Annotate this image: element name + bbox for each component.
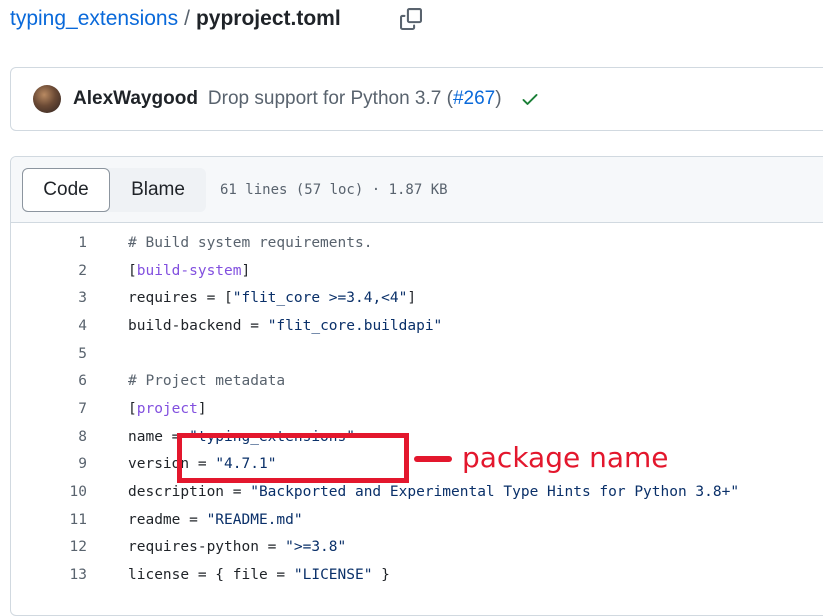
code-line: 4 build-backend = "flit_core.buildapi" xyxy=(11,312,823,340)
code-token: license = { file = xyxy=(128,567,294,584)
code-token: [ xyxy=(128,262,137,279)
code-line: 3 requires = ["flit_core >=3.4,<4"] xyxy=(11,284,823,312)
line-number[interactable]: 1 xyxy=(11,235,87,251)
code-line: 8 name = "typing_extensions" xyxy=(11,423,823,451)
code-token: # Build system requirements. xyxy=(128,234,373,251)
code-token: ] xyxy=(197,400,207,417)
check-icon[interactable] xyxy=(520,89,540,109)
commit-message-text[interactable]: Drop support for Python 3.7 ( xyxy=(208,88,453,109)
code-token: requires-python = xyxy=(128,539,286,556)
line-number[interactable]: 13 xyxy=(11,567,87,583)
line-content: requires-python = ">=3.8" xyxy=(128,539,346,555)
line-number[interactable]: 5 xyxy=(11,346,87,362)
line-content: requires = ["flit_core >=3.4,<4"] xyxy=(128,290,416,306)
line-number[interactable]: 2 xyxy=(11,263,87,279)
code-line: 11 readme = "README.md" xyxy=(11,506,823,534)
line-number[interactable]: 8 xyxy=(11,429,87,445)
code-line: 5 xyxy=(11,340,823,368)
file-name: pyproject.toml xyxy=(195,7,341,30)
breadcrumb: typing_extensions / pyproject.toml xyxy=(10,4,341,34)
code-line: 13 license = { file = "LICENSE" } xyxy=(11,561,823,589)
code-token: description = xyxy=(128,484,251,501)
copy-path-button[interactable] xyxy=(398,6,424,32)
code-token: "Backported and Experimental Type Hints … xyxy=(250,484,740,501)
code-line: 9 version = "4.7.1" xyxy=(11,451,823,479)
code-token: project xyxy=(136,400,198,417)
code-token: ] xyxy=(407,290,417,307)
avatar[interactable] xyxy=(33,85,61,113)
breadcrumb-separator: / xyxy=(184,7,190,30)
file-viewer: Code Blame 61 lines (57 loc) · 1.87 KB 1… xyxy=(10,156,823,616)
file-header: Code Blame 61 lines (57 loc) · 1.87 KB xyxy=(11,157,823,223)
commit-author[interactable]: AlexWaygood xyxy=(73,88,198,110)
code-line: 1 # Build system requirements. xyxy=(11,229,823,257)
code-token: readme = xyxy=(128,511,207,528)
line-number[interactable]: 12 xyxy=(11,539,87,555)
code-token: } xyxy=(372,567,390,584)
annotation-label: package name xyxy=(462,441,669,474)
commit-message[interactable]: Drop support for Python 3.7 (#267) xyxy=(208,88,502,110)
code-token: "flit_core.buildapi" xyxy=(267,317,443,334)
code-line: 6 # Project metadata xyxy=(11,367,823,395)
line-number[interactable]: 10 xyxy=(11,484,87,500)
code-token: ">=3.8" xyxy=(285,539,347,556)
tab-code[interactable]: Code xyxy=(22,167,110,212)
line-number[interactable]: 6 xyxy=(11,373,87,389)
code-token: "flit_core >=3.4,<4" xyxy=(232,290,408,307)
line-number[interactable]: 3 xyxy=(11,290,87,306)
line-content: # Project metadata xyxy=(128,373,285,389)
code-token: ] xyxy=(241,262,251,279)
code-token: requires = [ xyxy=(128,290,233,307)
line-number[interactable]: 11 xyxy=(11,512,87,528)
line-number[interactable]: 4 xyxy=(11,318,87,334)
commit-message-end: ) xyxy=(495,88,502,109)
view-toggle: Code Blame xyxy=(22,167,206,212)
pr-link[interactable]: #267 xyxy=(453,88,495,109)
code-line: 2 [build-system] xyxy=(11,257,823,285)
check-mark-icon xyxy=(522,94,538,105)
code-token: build-system xyxy=(136,262,242,279)
line-content: description = "Backported and Experiment… xyxy=(128,484,739,500)
copy-icon xyxy=(400,8,422,30)
code-token: build-backend = xyxy=(128,317,268,334)
repo-link[interactable]: typing_extensions xyxy=(10,7,178,31)
annotation-box xyxy=(177,433,409,483)
code-line: 10 description = "Backported and Experime… xyxy=(11,478,823,506)
line-content: readme = "README.md" xyxy=(128,512,303,528)
latest-commit-bar: AlexWaygood Drop support for Python 3.7 … xyxy=(10,67,823,131)
code-view[interactable]: 1 # Build system requirements. 2 [build-sys… xyxy=(11,229,823,589)
code-token: "LICENSE" xyxy=(293,567,373,584)
code-line: 12 requires-python = ">=3.8" xyxy=(11,534,823,562)
line-number[interactable]: 7 xyxy=(11,401,87,417)
line-content: [project] xyxy=(128,401,207,417)
code-line: 7 [project] xyxy=(11,395,823,423)
line-content: license = { file = "LICENSE" } xyxy=(128,567,390,583)
code-token: [ xyxy=(128,400,137,417)
line-number[interactable]: 9 xyxy=(11,456,87,472)
file-stats: 61 lines (57 loc) · 1.87 KB xyxy=(220,181,448,198)
code-token: "README.md" xyxy=(206,511,303,528)
line-content: # Build system requirements. xyxy=(128,235,372,251)
code-token: # Project metadata xyxy=(128,373,286,390)
line-content: build-backend = "flit_core.buildapi" xyxy=(128,318,442,334)
line-content: [build-system] xyxy=(128,263,250,279)
annotation-connector xyxy=(414,456,452,462)
tab-blame[interactable]: Blame xyxy=(110,168,206,212)
